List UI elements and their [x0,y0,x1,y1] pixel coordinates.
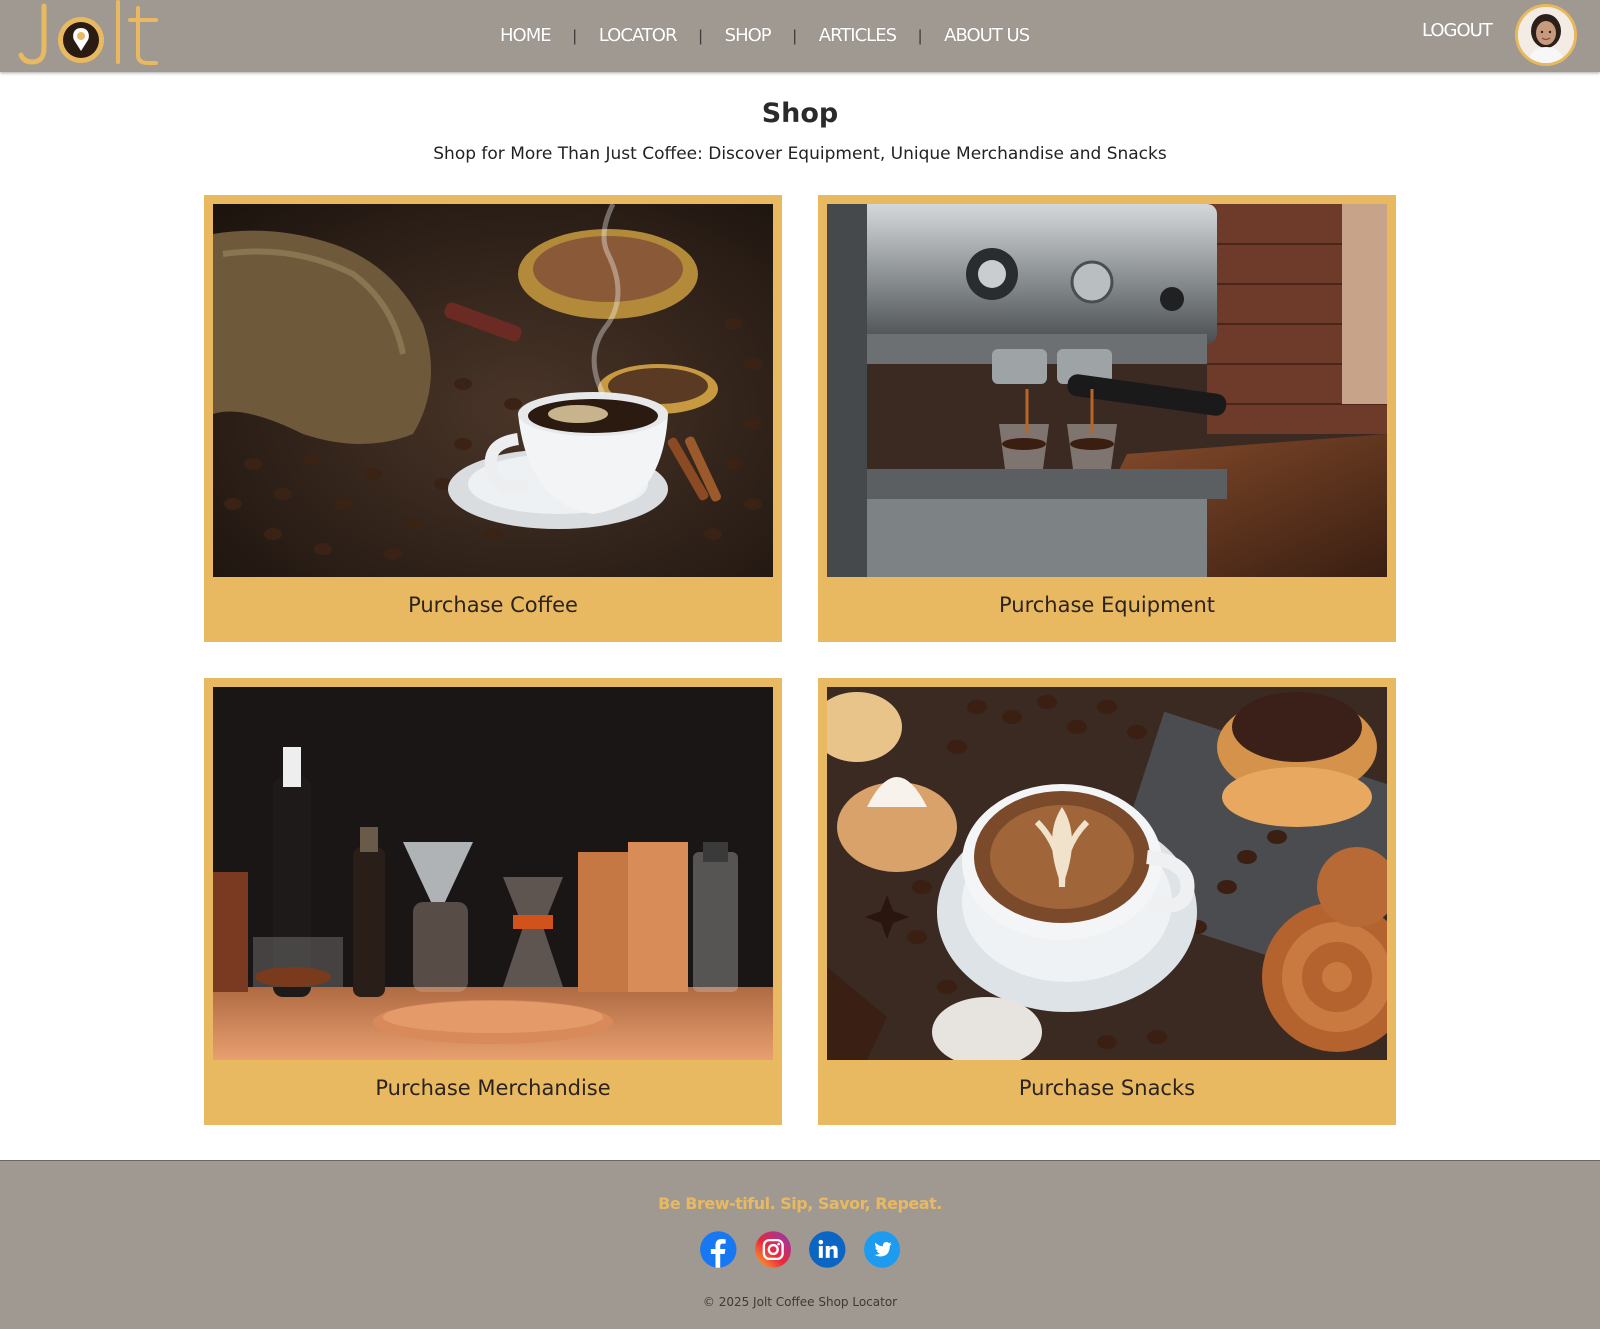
footer-tagline: Be Brew-tiful. Sip, Savor, Repeat. [658,1194,942,1213]
facebook-icon[interactable] [700,1231,737,1268]
latte-pastries-photo [827,687,1387,1060]
card-label: Purchase Coffee [408,593,578,617]
nav-separator: | [698,28,703,45]
shop-card-coffee[interactable]: Purchase Coffee [204,195,782,642]
logout-button[interactable]: LOGOUT [1422,20,1493,41]
page-subtitle: Shop for More Than Just Coffee: Discover… [433,144,1167,164]
coffee-cup-beans-photo [213,204,773,577]
main-nav: HOME | LOCATOR | SHOP | ARTICLES | ABOUT… [500,20,1030,50]
copyright-text: © 2025 Jolt Coffee Shop Locator [702,1295,898,1309]
shop-card-equipment[interactable]: Purchase Equipment [818,195,1396,642]
user-avatar[interactable] [1515,4,1577,66]
shop-card-merchandise[interactable]: Purchase Merchandise [204,678,782,1125]
shop-card-snacks[interactable]: Purchase Snacks [818,678,1396,1125]
twitter-icon[interactable] [863,1231,901,1268]
jolt-logo[interactable] [18,0,163,70]
nav-separator: | [918,28,923,45]
card-label: Purchase Merchandise [375,1076,611,1100]
card-label: Purchase Equipment [998,593,1216,617]
social-links [700,1231,900,1271]
nav-separator: | [792,28,797,45]
linkedin-icon[interactable] [809,1231,846,1268]
espresso-machine-photo [827,204,1387,577]
coffee-merchandise-photo [213,687,773,1060]
nav-shop-link[interactable]: SHOP [725,25,772,46]
nav-separator: | [572,28,577,45]
nav-articles-link[interactable]: ARTICLES [819,25,897,46]
card-label: Purchase Snacks [1018,1076,1196,1100]
nav-locator-link[interactable]: LOCATOR [599,25,678,46]
nav-home-link[interactable]: HOME [500,25,552,46]
site-footer: Be Brew-tiful. Sip, Savor, Repeat. © 202… [0,1160,1600,1329]
instagram-icon[interactable] [754,1231,792,1268]
site-header: HOME | LOCATOR | SHOP | ARTICLES | ABOUT… [0,0,1600,72]
nav-about-us-link[interactable]: ABOUT US [944,25,1030,46]
page-title: Shop [761,98,839,129]
